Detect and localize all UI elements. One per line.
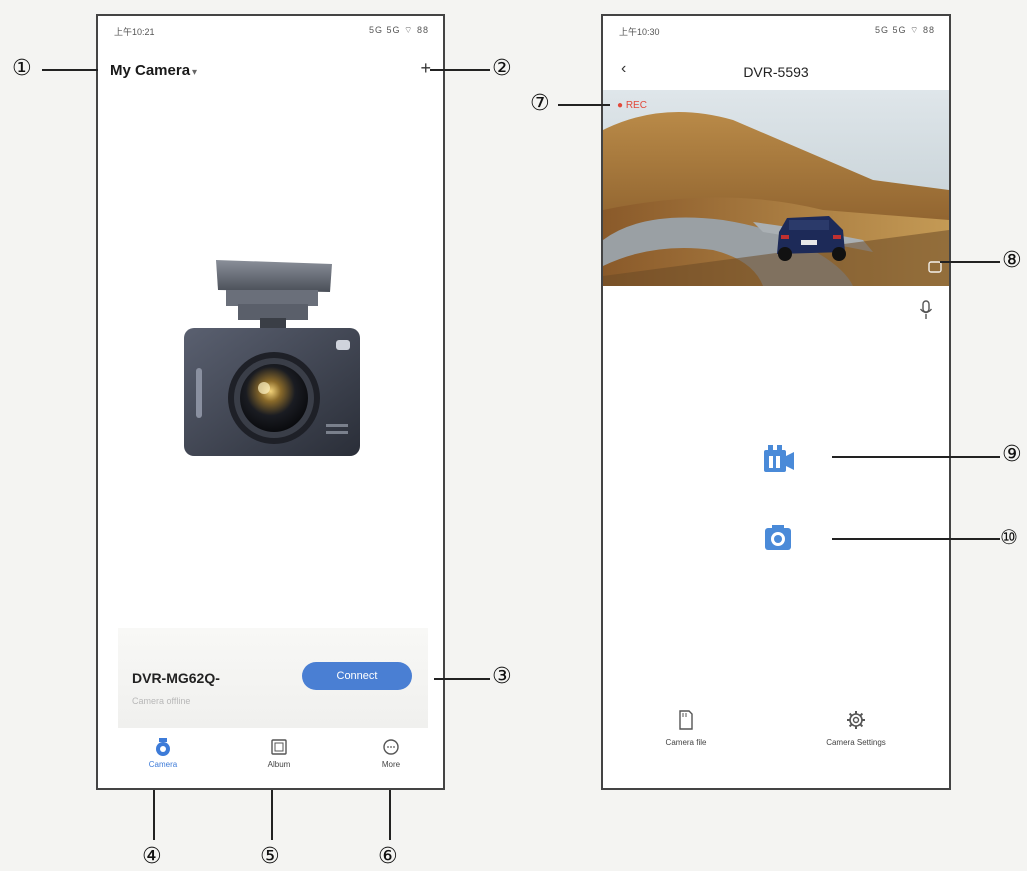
callout-4: ④ xyxy=(142,844,162,869)
callout-7: ⑦ xyxy=(530,91,550,116)
tab-album[interactable]: Album xyxy=(244,738,314,769)
bottom-tab-bar: Camera Album More xyxy=(98,732,443,788)
sd-card-icon xyxy=(679,710,693,730)
callout-6-leader xyxy=(389,790,391,840)
more-icon xyxy=(383,739,399,755)
callout-8-leader xyxy=(940,261,1000,263)
microphone-icon[interactable] xyxy=(919,300,933,320)
callout-1: ① xyxy=(12,56,32,81)
device-card[interactable]: DVR-MG62Q- Camera offline Connect xyxy=(118,628,428,728)
album-icon xyxy=(271,739,287,755)
page-title[interactable]: My Camera ▾ xyxy=(110,62,197,79)
live-video-preview[interactable] xyxy=(603,90,949,286)
rec-label: REC xyxy=(625,100,647,111)
callout-9-leader xyxy=(832,456,1000,458)
snapshot-button[interactable] xyxy=(763,524,793,552)
status-icons: 5G 5G ⌔ 88 xyxy=(369,25,429,35)
callout-2: ② xyxy=(492,56,512,81)
tab-more-label: More xyxy=(381,760,401,769)
dash-camera-image xyxy=(184,260,360,456)
device-status: Camera offline xyxy=(132,696,191,706)
tab-album-label: Album xyxy=(267,760,291,769)
callout-6: ⑥ xyxy=(378,844,398,869)
rec-indicator: ● REC xyxy=(617,100,647,111)
tab-more[interactable]: More xyxy=(356,738,426,769)
status-bar: 上午10:21 5G 5G ⌔ 88 xyxy=(98,16,443,42)
status-time: 上午10:30 xyxy=(619,27,660,37)
tab-camera-label: Camera xyxy=(148,760,178,769)
status-time: 上午10:21 xyxy=(114,27,155,37)
callout-10: ⑩ xyxy=(1000,525,1018,549)
callout-5-leader xyxy=(271,790,273,840)
page-title: DVR-5593 xyxy=(743,64,809,80)
callout-7-leader xyxy=(558,104,610,106)
camera-settings-button[interactable]: Camera Settings xyxy=(801,710,911,747)
status-bar: 上午10:30 5G 5G ⌔ 88 xyxy=(603,16,949,42)
tab-camera[interactable]: Camera xyxy=(128,738,198,769)
callout-8: ⑧ xyxy=(1002,248,1022,273)
callout-5: ⑤ xyxy=(260,844,280,869)
bottom-actions: Camera file Camera Settings xyxy=(603,700,949,788)
phone-screen-my-camera: 上午10:21 5G 5G ⌔ 88 My Camera ▾ + DVR-MG6… xyxy=(96,14,445,790)
callout-3: ③ xyxy=(492,664,512,689)
callout-10-leader xyxy=(832,538,1000,540)
callout-9: ⑨ xyxy=(1002,442,1022,467)
camera-icon xyxy=(156,738,170,756)
callout-1-leader xyxy=(42,69,98,71)
connect-button[interactable]: Connect xyxy=(302,662,412,690)
page-title-text: My Camera xyxy=(110,62,191,79)
callout-4-leader xyxy=(153,790,155,840)
camera-settings-label: Camera Settings xyxy=(826,738,886,747)
device-name: DVR-MG62Q- xyxy=(132,670,220,686)
status-icons: 5G 5G ⌔ 88 xyxy=(875,25,935,35)
chevron-down-icon: ▾ xyxy=(192,67,198,78)
callout-2-leader xyxy=(430,69,490,71)
phone-screen-live-view: 上午10:30 5G 5G ⌔ 88 ‹ DVR-5593 ● REC Came… xyxy=(601,14,951,790)
gear-icon xyxy=(847,711,865,729)
camera-file-button[interactable]: Camera file xyxy=(631,710,741,747)
callout-3-leader xyxy=(434,678,490,680)
camera-file-label: Camera file xyxy=(665,738,707,747)
record-video-button[interactable] xyxy=(761,444,797,476)
